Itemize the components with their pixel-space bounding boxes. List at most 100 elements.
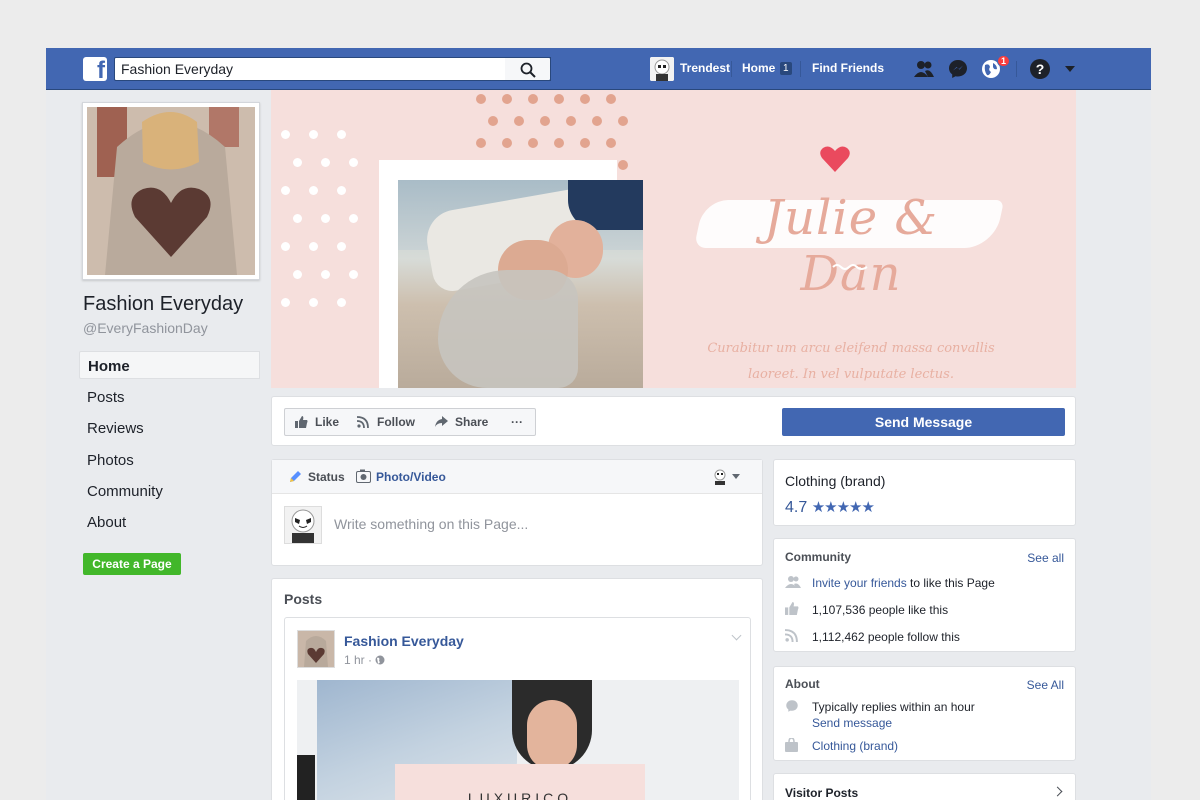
nav-item-reviews[interactable]: Reviews: [79, 414, 260, 442]
post-image[interactable]: LUXURICO: [297, 680, 739, 800]
page-title: Fashion Everyday: [83, 293, 244, 315]
nav-item-photos[interactable]: Photos: [79, 446, 260, 474]
community-card: Community See all Invite your friends to…: [773, 538, 1076, 652]
thumbs-up-icon: [785, 602, 799, 615]
facebook-logo-icon[interactable]: f: [83, 57, 107, 81]
invite-friends-link[interactable]: Invite your friends: [812, 576, 907, 590]
page-action-bar: Like Follow Share ··· Send Message: [271, 396, 1076, 446]
cover-photo[interactable]: Julie & Dan Curabitur um arcu eleifend m…: [271, 90, 1076, 388]
decorative-dot: [337, 130, 346, 139]
decorative-dot: [337, 186, 346, 195]
post-text-input[interactable]: Write something on this Page...: [334, 516, 528, 532]
create-page-button[interactable]: Create a Page: [83, 553, 181, 575]
divider: [1016, 61, 1017, 77]
visitor-posts-heading: Visitor Posts: [785, 786, 859, 800]
rss-follow-icon: [357, 416, 369, 428]
visitor-posts-card[interactable]: Visitor Posts: [773, 773, 1076, 800]
decorative-dot: [580, 94, 590, 104]
nav-item-about[interactable]: About: [79, 508, 260, 536]
decorative-dot: [321, 214, 330, 223]
nav-item-posts[interactable]: Posts: [79, 383, 260, 411]
nav-item-home[interactable]: Home: [79, 351, 260, 379]
like-button[interactable]: Like: [284, 408, 348, 436]
find-friends-link[interactable]: Find Friends: [812, 61, 884, 75]
tab-photo-video[interactable]: Photo/Video: [376, 470, 446, 484]
friend-requests-icon[interactable]: [913, 58, 935, 80]
decorative-dot: [554, 138, 564, 148]
decorative-dot: [337, 242, 346, 251]
decorative-dot: [349, 214, 358, 223]
rating-stars-icon: ★★★★★: [811, 499, 875, 516]
post-as-avatar-icon[interactable]: [713, 469, 727, 485]
divider: [800, 61, 801, 77]
post-author-link[interactable]: Fashion Everyday: [344, 633, 464, 649]
decorative-dot: [281, 130, 290, 139]
decorative-dot: [476, 94, 486, 104]
share-button[interactable]: Share: [425, 408, 500, 436]
composer-avatar: [284, 506, 322, 544]
share-arrow-icon: [435, 416, 448, 427]
decorative-dot: [618, 116, 628, 126]
tab-status[interactable]: Status: [308, 470, 345, 484]
camera-icon: [356, 469, 371, 483]
page-profile-picture[interactable]: [82, 102, 260, 280]
messenger-icon[interactable]: [947, 58, 969, 80]
search-field[interactable]: Fashion Everyday: [114, 57, 551, 81]
rss-follow-icon: [785, 629, 798, 642]
page-rating[interactable]: 4.7 ★★★★★: [785, 498, 875, 517]
decorative-dot: [580, 138, 590, 148]
messenger-icon: [786, 700, 798, 712]
search-input[interactable]: Fashion Everyday: [121, 61, 233, 77]
category-link[interactable]: Clothing (brand): [812, 739, 898, 753]
post-author-avatar[interactable]: [297, 630, 335, 668]
decorative-dot: [293, 270, 302, 279]
heart-icon: [820, 146, 850, 172]
about-see-all-link[interactable]: See All: [1027, 678, 1064, 692]
decorative-dot: [321, 158, 330, 167]
chevron-down-icon[interactable]: [732, 474, 740, 479]
decorative-dot: [554, 94, 564, 104]
decorative-dot: [488, 116, 498, 126]
send-message-link[interactable]: Send message: [812, 716, 892, 730]
decorative-dot: [293, 158, 302, 167]
home-count-badge: 1: [780, 62, 792, 75]
decorative-dot: [281, 242, 290, 251]
search-button[interactable]: [505, 57, 551, 81]
thumbs-up-icon: [295, 416, 308, 428]
invite-friends-icon: [785, 576, 801, 588]
decorative-dot: [528, 94, 538, 104]
community-see-all-link[interactable]: See all: [1027, 551, 1064, 565]
about-card: About See All Typically replies within a…: [773, 666, 1076, 761]
home-link[interactable]: Home: [742, 61, 775, 75]
decorative-dot: [309, 186, 318, 195]
decorative-dot: [309, 242, 318, 251]
decorative-dot: [606, 138, 616, 148]
account-menu-caret-icon[interactable]: [1065, 66, 1075, 72]
chevron-right-icon[interactable]: [1052, 786, 1063, 797]
post-card: Fashion Everyday 1 hr · LUXURICO: [284, 617, 751, 800]
decorative-dot: [514, 116, 524, 126]
help-icon[interactable]: ?: [1030, 59, 1050, 79]
decorative-dot: [502, 138, 512, 148]
follow-button[interactable]: Follow: [347, 408, 426, 436]
category-rating-card: Clothing (brand) 4.7 ★★★★★: [773, 459, 1076, 526]
profile-avatar[interactable]: [650, 57, 674, 81]
decorative-dot: [540, 116, 550, 126]
cover-subtitle: Curabitur um arcu eleifend massa convall…: [707, 341, 995, 382]
decorative-dot: [618, 160, 628, 170]
community-heading: Community: [785, 550, 851, 564]
browser-frame: f Fashion Everyday Trendest Home 1 Find …: [46, 48, 1151, 800]
post-timestamp[interactable]: 1 hr ·: [344, 653, 385, 667]
decorative-dot: [349, 270, 358, 279]
top-navigation-bar: f Fashion Everyday Trendest Home 1 Find …: [46, 48, 1151, 90]
post-options-chevron-icon[interactable]: [731, 630, 742, 641]
decorative-dot: [321, 270, 330, 279]
nav-item-community[interactable]: Community: [79, 477, 260, 505]
squiggle-divider: [832, 264, 868, 270]
profile-name-link[interactable]: Trendest: [680, 61, 730, 75]
shopping-bag-icon: [785, 738, 798, 752]
posts-heading: Posts: [284, 591, 323, 607]
send-message-button[interactable]: Send Message: [782, 408, 1065, 436]
more-options-button[interactable]: ···: [499, 408, 536, 436]
notification-badge: 1: [997, 55, 1011, 67]
